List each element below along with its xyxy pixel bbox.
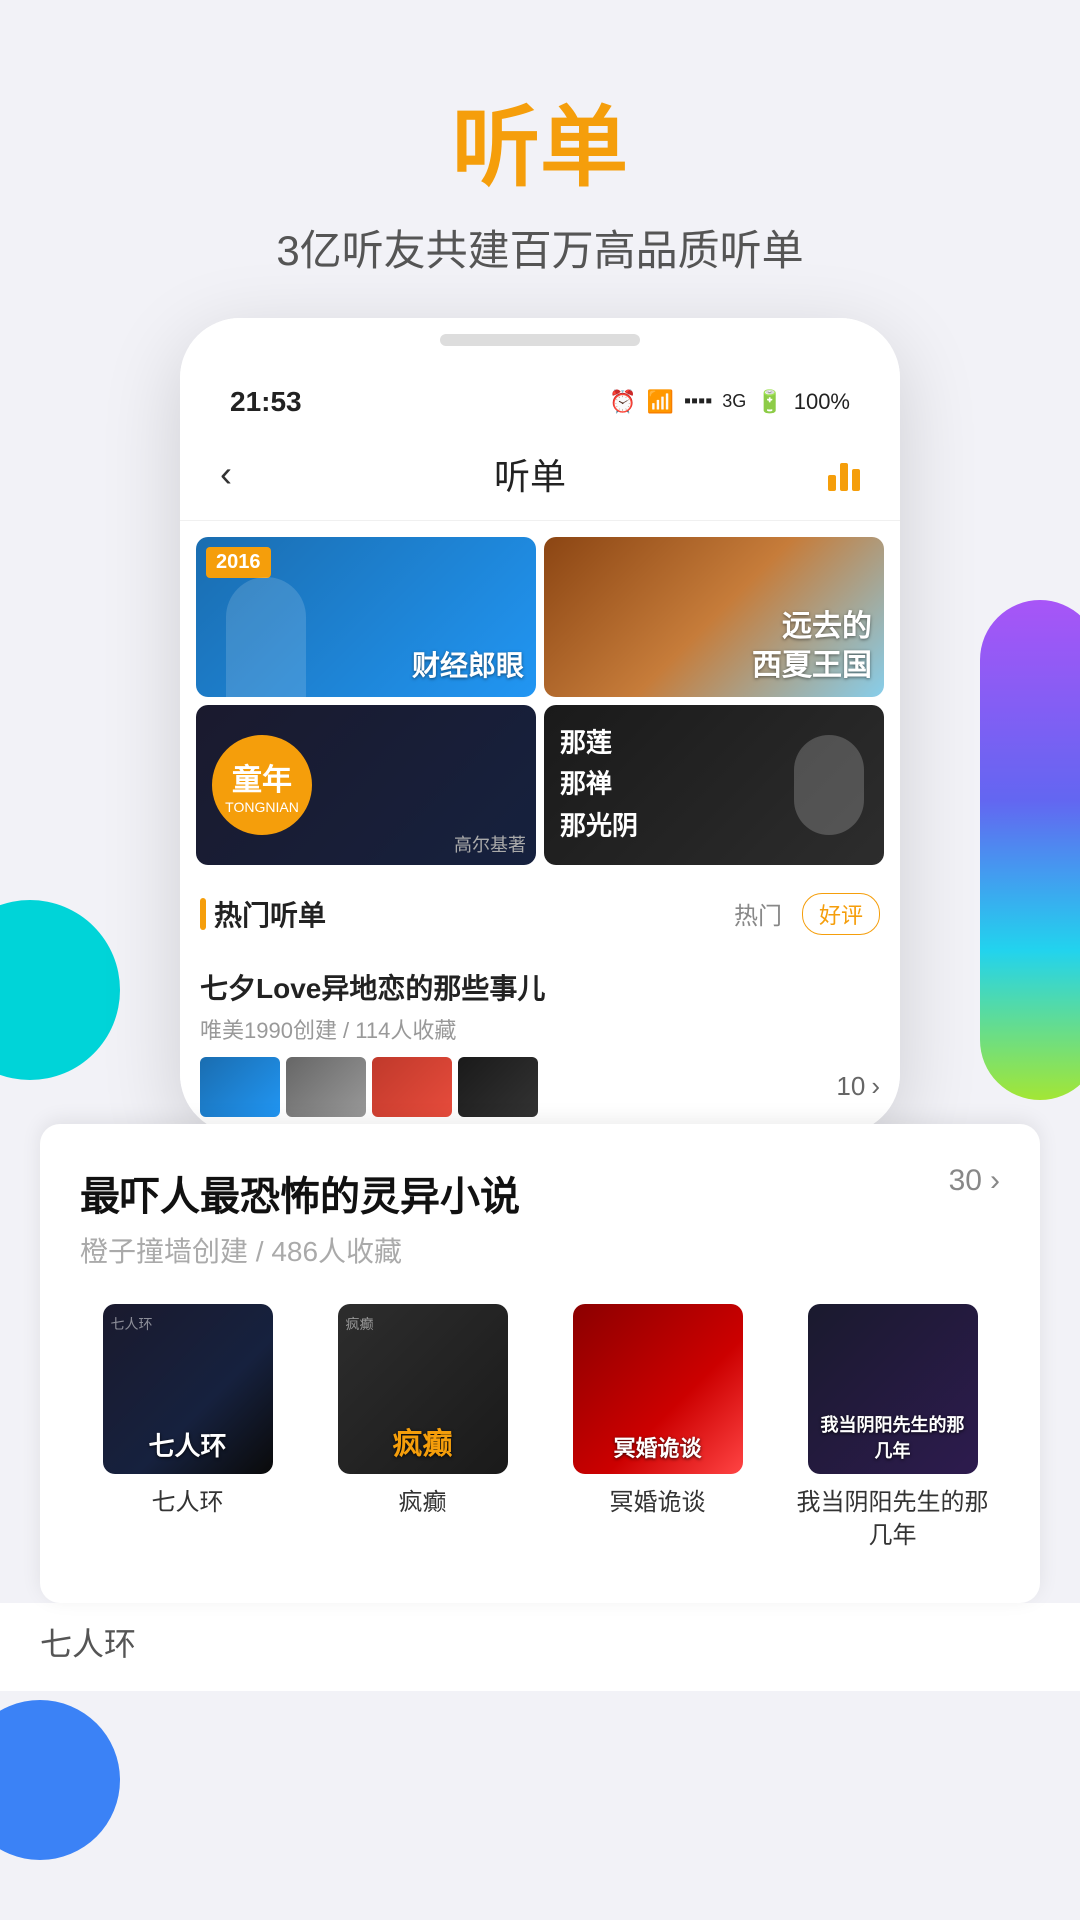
section-accent-bar — [200, 898, 206, 930]
banner-3-subtitle: TONGNIAN — [225, 799, 299, 815]
book-cover-3: 冥婚诡谈 — [573, 1304, 743, 1474]
book-item-4[interactable]: 我当阴阳先生的那几年 我当阴阳先生的那几年 — [785, 1304, 1000, 1553]
banner-4-person — [794, 735, 864, 835]
book-1-title: 七人环 — [152, 1486, 224, 1520]
chevron-right-icon: › — [871, 1071, 880, 1102]
second-card-title: 七人环 — [40, 1619, 1040, 1665]
playlist-1-covers — [200, 1057, 538, 1117]
app-navbar: ‹ 听单 — [180, 428, 900, 521]
banner-3-circle: 童年 TONGNIAN — [212, 735, 312, 835]
signal-icon: ▪▪▪▪ — [684, 390, 712, 413]
playlist-1-count: 10 › — [836, 1071, 880, 1102]
cover-4 — [458, 1057, 538, 1117]
banner-card-4[interactable]: 那莲那禅那光阴 — [544, 705, 884, 865]
playlist-1-meta: 唯美1990创建 / 114人收藏 — [200, 1013, 880, 1045]
banner-1-person — [226, 577, 306, 697]
page-subtitle: 3亿听友共建百万高品质听单 — [0, 217, 1080, 278]
book-3-title: 冥婚诡谈 — [610, 1486, 706, 1520]
card-title: 最吓人最恐怖的灵异小说 — [80, 1164, 520, 1222]
cover-3 — [372, 1057, 452, 1117]
book-2-cover-text: 疯癫 — [346, 1425, 500, 1464]
banner-3-author: 高尔基著 — [454, 831, 526, 857]
book-item-1[interactable]: 七人环 七人环 七人环 — [80, 1304, 295, 1553]
tab-rating[interactable]: 好评 — [802, 893, 880, 935]
phone-notch — [440, 334, 640, 346]
playlist-1-title: 七夕Love异地恋的那些事儿 — [200, 967, 880, 1007]
book-2-title: 疯癫 — [399, 1486, 447, 1520]
status-bar: 21:53 ⏰ 📶 ▪▪▪▪ 3G 🔋 100% — [180, 356, 900, 428]
battery-level: 100% — [794, 389, 850, 415]
network-icon: 3G — [722, 391, 746, 412]
section-tabs[interactable]: 热门 好评 — [734, 893, 880, 935]
cover-1 — [200, 1057, 280, 1117]
banner-card-3[interactable]: 童年 TONGNIAN 高尔基著 — [196, 705, 536, 865]
banner-1-badge: 2016 — [206, 547, 271, 578]
chart-icon[interactable] — [828, 457, 860, 491]
second-card: 七人环 — [0, 1603, 1080, 1691]
book-cover-4: 我当阴阳先生的那几年 — [808, 1304, 978, 1474]
page-title: 听单 — [0, 100, 1080, 197]
banner-4-title: 那莲那禅那光阴 — [560, 722, 638, 847]
status-time: 21:53 — [230, 386, 302, 418]
banner-3-title: 童年 — [232, 755, 292, 799]
battery-icon: 🔋 — [756, 389, 783, 415]
book-cover-1: 七人环 七人环 — [103, 1304, 273, 1474]
banner-1-title: 财经郎眼 — [412, 648, 524, 684]
page-header: 听单 3亿听友共建百万高品质听单 — [0, 0, 1080, 318]
book-4-cover-text: 我当阴阳先生的那几年 — [816, 1413, 970, 1463]
book-4-title: 我当阴阳先生的那几年 — [785, 1486, 1000, 1553]
card-chevron-icon: › — [990, 1164, 1000, 1198]
white-card-section: 最吓人最恐怖的灵异小说 橙子撞墙创建 / 486人收藏 30 › 七人环 七人环… — [40, 1124, 1040, 1603]
alarm-icon: ⏰ — [609, 389, 636, 415]
book-item-3[interactable]: 冥婚诡谈 冥婚诡谈 — [550, 1304, 765, 1553]
phone-mockup: 21:53 ⏰ 📶 ▪▪▪▪ 3G 🔋 100% ‹ 听单 — [180, 318, 900, 1134]
book-cover-2: 疯癫 疯癫 — [338, 1304, 508, 1474]
section-title-group: 热门听单 — [200, 894, 326, 934]
playlist-item-1[interactable]: 七夕Love异地恋的那些事儿 唯美1990创建 / 114人收藏 10 › — [180, 951, 900, 1134]
banner-grid: 2016 财经郎眼 远去的西夏王国 童年 TONGNIAN 高尔基著 — [180, 521, 900, 873]
book-list: 七人环 七人环 七人环 疯癫 疯癫 疯癫 冥婚诡谈 冥婚诡谈 我当阴阳先生的那几… — [80, 1304, 1000, 1573]
status-icons: ⏰ 📶 ▪▪▪▪ 3G 🔋 100% — [609, 389, 850, 415]
section-header: 热门听单 热门 好评 — [180, 873, 900, 951]
playlist-1-row: 10 › — [200, 1057, 880, 1117]
card-count: 30 › — [949, 1164, 1000, 1198]
book-1-cover-text: 七人环 — [111, 1430, 265, 1464]
phone-wrapper: 21:53 ⏰ 📶 ▪▪▪▪ 3G 🔋 100% ‹ 听单 — [0, 318, 1080, 1134]
book-3-cover-text: 冥婚诡谈 — [581, 1435, 735, 1464]
banner-2-title: 远去的西夏王国 — [752, 607, 872, 685]
book-item-2[interactable]: 疯癫 疯癫 疯癫 — [315, 1304, 530, 1553]
wifi-icon: 📶 — [647, 389, 674, 415]
banner-card-1[interactable]: 2016 财经郎眼 — [196, 537, 536, 697]
navbar-title: 听单 — [494, 448, 566, 500]
bg-decoration-blue — [0, 1700, 120, 1860]
back-button[interactable]: ‹ — [220, 453, 232, 495]
section-title: 热门听单 — [214, 894, 326, 934]
card-meta: 橙子撞墙创建 / 486人收藏 — [80, 1230, 520, 1270]
banner-card-2[interactable]: 远去的西夏王国 — [544, 537, 884, 697]
tab-hot[interactable]: 热门 — [734, 896, 782, 931]
cover-2 — [286, 1057, 366, 1117]
